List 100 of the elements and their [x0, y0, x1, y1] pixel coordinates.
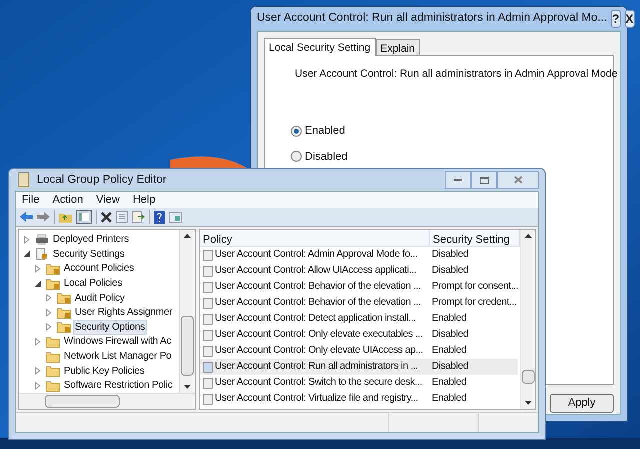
folder-icon	[46, 365, 60, 378]
menu-item[interactable]: Help	[132, 192, 156, 209]
expand-arrow-icon[interactable]	[23, 236, 31, 244]
tree-item[interactable]: Audit Policy	[73, 290, 127, 306]
tree-item[interactable]: Account Policies	[62, 261, 136, 276]
delete-icon[interactable]	[101, 212, 112, 223]
tab[interactable]: Explain	[376, 39, 420, 55]
panel-icon[interactable]	[169, 212, 182, 223]
table-row[interactable]: User Account Control: Only elevate executables ... Disabled	[200, 327, 518, 344]
table-cell-text: User Account Control: Virtualize file and registry...	[214, 392, 420, 406]
column-header[interactable]: Policy	[200, 230, 430, 246]
expand-arrow-icon[interactable]	[34, 338, 42, 346]
tree-item[interactable]: Public Key Policies	[62, 364, 147, 379]
policy-icon	[203, 330, 213, 341]
policy-icon	[203, 378, 213, 389]
expand-arrow-icon[interactable]	[34, 367, 42, 376]
menu-item[interactable]: Action	[52, 192, 84, 209]
tree-item[interactable]: Security Options	[73, 320, 148, 335]
scrollbar-thumb[interactable]	[522, 370, 535, 384]
close-button[interactable]: X	[624, 10, 635, 28]
table-row[interactable]: User Account Control: Allow UIAccess applicati... Disabled	[200, 263, 518, 280]
table-row[interactable]: User Account Control: Behavior of the elevation ... Prompt for consent...	[200, 279, 518, 296]
table-cell-text: Disabled	[431, 360, 469, 374]
expand-arrow-icon[interactable]	[34, 382, 42, 390]
table-cell-text: Prompt for credent...	[431, 296, 517, 310]
table-cell-text: Disabled	[431, 328, 469, 342]
tree-item[interactable]: Deployed Printers	[51, 232, 132, 248]
printer-icon	[35, 234, 49, 246]
tree-item[interactable]: Windows Firewall with Ac	[62, 334, 174, 350]
locked-folder-icon	[46, 278, 60, 290]
table-cell-text: Enabled	[431, 392, 467, 406]
window-title: Local Group Policy Editor	[37, 172, 168, 188]
locked-folder-icon	[57, 321, 71, 334]
radio-label: Disabled	[305, 150, 348, 164]
tree-item[interactable]: Security Settings	[51, 246, 127, 262]
menu-item[interactable]: View	[96, 192, 120, 209]
folder-icon	[46, 336, 60, 348]
forward-arrow-icon[interactable]	[37, 212, 50, 222]
horizontal-scrollbar[interactable]	[19, 393, 195, 409]
radio-label: Enabled	[305, 124, 346, 139]
policy-icon	[203, 362, 213, 373]
apply-button[interactable]: Apply	[550, 394, 614, 413]
vertical-scrollbar[interactable]	[179, 230, 195, 393]
tree-item[interactable]: Local Policies	[62, 276, 124, 292]
menu-item[interactable]: File	[22, 192, 40, 209]
table-row[interactable]: User Account Control: Run all administrators in ... Disabled	[200, 359, 518, 376]
table-cell-text: User Account Control: Only elevate UIAccess ap...	[214, 344, 424, 358]
table-cell-text: Disabled	[431, 264, 469, 278]
table-cell-text: User Account Control: Only elevate executables ...	[214, 328, 424, 342]
expand-arrow-icon[interactable]	[34, 264, 42, 273]
expand-arrow-icon[interactable]	[45, 323, 53, 332]
export-icon[interactable]	[132, 211, 145, 224]
table-row[interactable]: User Account Control: Admin Approval Mode fo... Disabled	[200, 247, 518, 264]
tree-item[interactable]: User Rights Assignmer	[73, 305, 174, 320]
radio-button[interactable]	[291, 126, 302, 137]
vertical-scrollbar[interactable]	[520, 230, 535, 409]
table-cell-text: Disabled	[431, 248, 469, 262]
table-row[interactable]: User Account Control: Virtualize file and registry... Enabled	[200, 391, 518, 408]
table-cell-text: User Account Control: Detect application install...	[214, 312, 417, 326]
tree-item[interactable]: Software Restriction Polic	[62, 378, 175, 393]
radio-button[interactable]	[291, 151, 302, 162]
scrollbar-thumb[interactable]	[181, 316, 194, 376]
policy-icon	[203, 266, 213, 277]
scrollbar-thumb[interactable]	[45, 395, 120, 408]
table-row[interactable]: User Account Control: Switch to the secure desk... Enabled	[200, 375, 518, 392]
maximize-button[interactable]	[471, 171, 497, 190]
collapse-arrow-icon[interactable]	[34, 280, 42, 288]
locked-folder-icon	[57, 306, 71, 319]
policy-icon	[203, 250, 213, 261]
table-row[interactable]: User Account Control: Detect application install... Enabled	[200, 311, 518, 328]
locked-folder-icon	[46, 262, 60, 275]
scroll-down-icon[interactable]	[525, 401, 532, 405]
window-title: User Account Control: Run all administrators in Admin Approval Mo...	[257, 11, 608, 26]
scroll-up-icon[interactable]	[525, 234, 532, 238]
up-folder-icon[interactable]	[59, 211, 72, 224]
help-icon[interactable]	[154, 210, 165, 224]
tree-toggle-icon[interactable]	[76, 210, 92, 224]
table-row[interactable]: User Account Control: Behavior of the elevation ... Prompt for credent...	[200, 295, 518, 312]
table-cell-text: Enabled	[431, 376, 467, 390]
scroll-up-icon[interactable]	[184, 234, 191, 238]
policy-icon	[203, 298, 213, 309]
back-arrow-icon[interactable]	[20, 212, 33, 222]
minimize-button[interactable]	[445, 171, 471, 190]
policy-name: User Account Control: Run all administrators in Admin Approval Mode	[295, 67, 618, 82]
expand-arrow-icon[interactable]	[45, 308, 53, 317]
scroll-down-icon[interactable]	[184, 385, 191, 389]
table-cell-text: Prompt for consent...	[431, 280, 519, 294]
policy-icon	[203, 346, 213, 357]
collapse-arrow-icon[interactable]	[23, 250, 31, 258]
security-settings-icon	[35, 248, 49, 260]
help-button[interactable]: ?	[611, 10, 621, 28]
table-cell-text: User Account Control: Switch to the secure desk...	[214, 376, 424, 390]
policy-icon	[203, 394, 213, 405]
table-row[interactable]: User Account Control: Only elevate UIAccess ap... Enabled	[200, 343, 518, 360]
expand-arrow-icon[interactable]	[45, 294, 53, 302]
tab[interactable]: Local Security Setting	[264, 38, 376, 56]
policy-icon	[203, 314, 213, 325]
tree-item[interactable]: Network List Manager Po	[62, 349, 174, 364]
table-cell-text: User Account Control: Allow UIAccess applicati...	[214, 264, 418, 278]
close-button[interactable]	[497, 171, 539, 190]
